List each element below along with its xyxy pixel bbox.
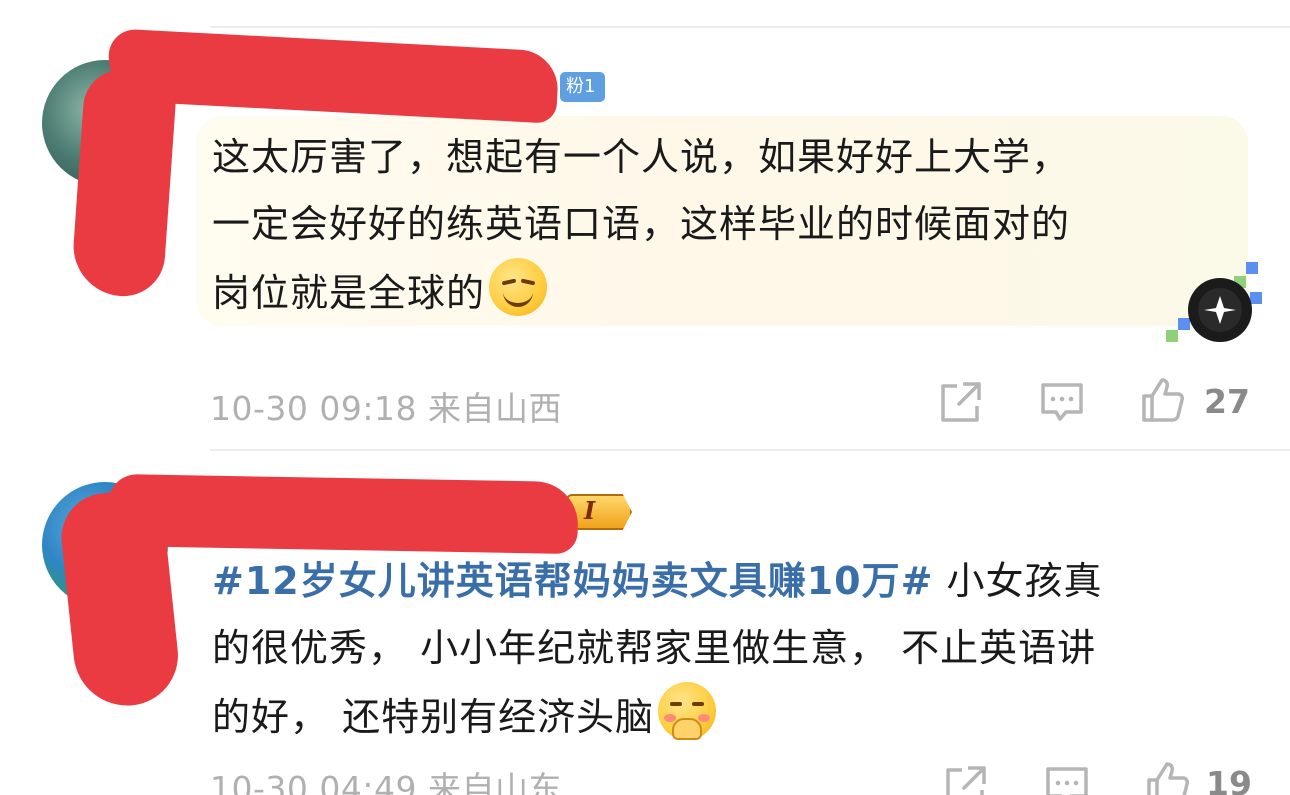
- comment-list: 粉1 这太厉害了，想起有一个人说，如果好好上大学， 一定会好好的练英语口语，这样…: [0, 0, 1290, 795]
- redaction-mark: [57, 487, 183, 711]
- redaction-mark: [107, 473, 579, 555]
- comment-text-line: 这太厉害了，想起有一个人说，如果好好上大学，: [212, 135, 1071, 179]
- comment-meta: 10-30 09:18 来自山西: [210, 389, 562, 428]
- redaction-mark: [70, 67, 178, 299]
- comment-icon[interactable]: [1038, 378, 1086, 426]
- share-icon[interactable]: [937, 378, 985, 426]
- fan-badge: 粉1: [560, 72, 606, 102]
- divider: [210, 26, 1290, 28]
- comment-meta: 10-30 04:49 来自山东: [210, 769, 562, 795]
- comment-text-line: 小女孩真: [933, 559, 1103, 603]
- divider: [210, 449, 1290, 451]
- smirk-emoji-icon: [489, 258, 548, 316]
- comment-text-line: 岗位就是全球的: [212, 271, 486, 315]
- like-count: 19: [1206, 764, 1252, 795]
- topic-link[interactable]: #12岁女儿讲英语帮妈妈卖文具赚10万#: [212, 559, 933, 603]
- share-icon[interactable]: [942, 762, 990, 795]
- comment-text-line: 的好， 还特别有经济头脑: [212, 695, 655, 739]
- comment-text: #12岁女儿讲英语帮妈妈卖文具赚10万# 小女孩真 的很优秀， 小小年纪就帮家里…: [212, 548, 1103, 751]
- thumbs-up-icon[interactable]: [1143, 760, 1191, 795]
- comment-text: 这太厉害了，想起有一个人说，如果好好上大学， 一定会好好的练英语口语，这样毕业的…: [212, 124, 1070, 327]
- shy-emoji-icon: [658, 682, 717, 740]
- astronaut-decoration-icon: [1166, 262, 1262, 342]
- thumbs-up-icon[interactable]: [1138, 376, 1186, 424]
- comment-icon[interactable]: [1043, 762, 1091, 795]
- comment-text-line: 的很优秀， 小小年纪就帮家里做生意， 不止英语讲: [212, 626, 1097, 670]
- like-count: 27: [1204, 382, 1250, 421]
- comment-text-line: 一定会好好的练英语口语，这样毕业的时候面对的: [212, 202, 1071, 246]
